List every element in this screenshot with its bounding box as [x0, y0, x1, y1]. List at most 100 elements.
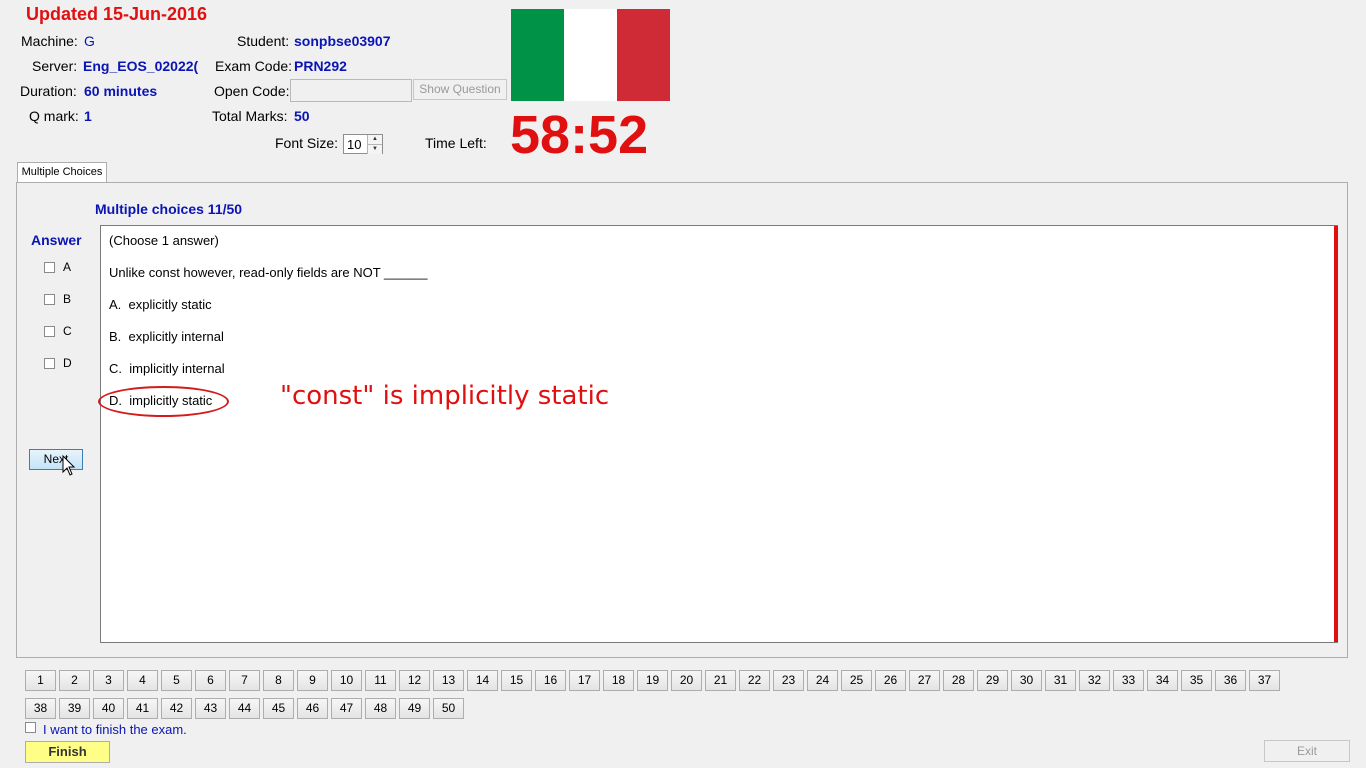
question-nav-button[interactable]: 21 — [705, 670, 736, 691]
question-nav-button[interactable]: 9 — [297, 670, 328, 691]
question-nav-button[interactable]: 49 — [399, 698, 430, 719]
duration-value: 60 minutes — [84, 83, 158, 99]
question-nav-button[interactable]: 45 — [263, 698, 294, 719]
question-nav-button[interactable]: 4 — [127, 670, 158, 691]
question-nav-button[interactable]: 47 — [331, 698, 362, 719]
question-nav-button[interactable]: 30 — [1011, 670, 1042, 691]
option-text: implicitly internal — [129, 361, 225, 376]
font-size-stepper[interactable]: 10 ▲ ▼ — [343, 134, 383, 154]
question-nav-button[interactable]: 13 — [433, 670, 464, 691]
question-nav-button[interactable]: 35 — [1181, 670, 1212, 691]
question-nav-button[interactable]: 50 — [433, 698, 464, 719]
question-nav-button[interactable]: 14 — [467, 670, 498, 691]
server-label: Server: — [32, 58, 78, 74]
font-size-value: 10 — [347, 137, 362, 152]
option-letter: C. — [109, 361, 122, 376]
answer-checkbox-d[interactable] — [44, 358, 55, 369]
option-a: A. explicitly static — [109, 297, 212, 312]
question-nav-button[interactable]: 24 — [807, 670, 838, 691]
question-nav-button[interactable]: 16 — [535, 670, 566, 691]
qmark-value: 1 — [84, 108, 92, 124]
question-nav-button[interactable]: 39 — [59, 698, 90, 719]
option-c: C. implicitly internal — [109, 361, 225, 376]
question-nav-button[interactable]: 48 — [365, 698, 396, 719]
question-nav-button[interactable]: 26 — [875, 670, 906, 691]
question-nav-button[interactable]: 6 — [195, 670, 226, 691]
question-nav-button[interactable]: 33 — [1113, 670, 1144, 691]
question-nav-button[interactable]: 12 — [399, 670, 430, 691]
question-nav-button[interactable]: 43 — [195, 698, 226, 719]
answer-checkbox-c[interactable] — [44, 326, 55, 337]
scrollbar-red-bar — [1334, 226, 1338, 642]
answer-label: Answer — [31, 232, 82, 248]
font-size-label: Font Size: — [275, 135, 339, 151]
flag-red-stripe — [617, 9, 670, 101]
option-text: explicitly internal — [128, 329, 224, 344]
question-nav-button[interactable]: 31 — [1045, 670, 1076, 691]
open-code-input[interactable] — [290, 79, 412, 102]
question-nav-button[interactable]: 11 — [365, 670, 396, 691]
answer-label-b: B — [63, 292, 72, 306]
question-nav-button[interactable]: 27 — [909, 670, 940, 691]
finish-button[interactable]: Finish — [25, 741, 110, 763]
total-marks-value: 50 — [294, 108, 310, 124]
server-value: Eng_EOS_02022( — [83, 58, 199, 74]
question-nav-button[interactable]: 32 — [1079, 670, 1110, 691]
duration-label: Duration: — [20, 83, 77, 99]
qmark-label: Q mark: — [29, 108, 79, 124]
question-nav-button[interactable]: 41 — [127, 698, 158, 719]
answer-label-a: A — [63, 260, 72, 274]
question-nav-button[interactable]: 5 — [161, 670, 192, 691]
show-question-button[interactable]: Show Question — [413, 79, 507, 100]
question-nav-button[interactable]: 44 — [229, 698, 260, 719]
question-nav-button[interactable]: 36 — [1215, 670, 1246, 691]
exam-code-value: PRN292 — [294, 58, 347, 74]
question-nav-button[interactable]: 29 — [977, 670, 1008, 691]
question-nav-button[interactable]: 42 — [161, 698, 192, 719]
question-nav-button[interactable]: 37 — [1249, 670, 1280, 691]
flag-white-stripe — [564, 9, 617, 101]
mouse-cursor-icon — [62, 455, 76, 476]
answer-checkbox-a[interactable] — [44, 262, 55, 273]
stepper-down-icon[interactable]: ▼ — [367, 144, 382, 154]
question-nav-button[interactable]: 38 — [25, 698, 56, 719]
question-nav-button[interactable]: 22 — [739, 670, 770, 691]
question-title: Multiple choices 11/50 — [95, 201, 243, 217]
question-nav-button[interactable]: 20 — [671, 670, 702, 691]
stepper-up-icon[interactable]: ▲ — [367, 135, 382, 144]
question-nav-button[interactable]: 23 — [773, 670, 804, 691]
question-nav-button[interactable]: 3 — [93, 670, 124, 691]
tab-multiple-choices[interactable]: Multiple Choices — [17, 162, 107, 182]
finish-exam-checkbox[interactable] — [25, 722, 36, 733]
finish-exam-label: I want to finish the exam. — [43, 722, 187, 737]
total-marks-label: Total Marks: — [212, 108, 288, 124]
question-nav-button[interactable]: 34 — [1147, 670, 1178, 691]
student-label: Student: — [237, 33, 290, 49]
question-nav-button[interactable]: 25 — [841, 670, 872, 691]
question-nav-button[interactable]: 1 — [25, 670, 56, 691]
question-nav-button[interactable]: 10 — [331, 670, 362, 691]
question-nav-button[interactable]: 18 — [603, 670, 634, 691]
question-nav-button[interactable]: 8 — [263, 670, 294, 691]
question-nav-button[interactable]: 28 — [943, 670, 974, 691]
time-left-label: Time Left: — [425, 135, 487, 151]
question-nav-button[interactable]: 17 — [569, 670, 600, 691]
question-nav-button[interactable]: 15 — [501, 670, 532, 691]
machine-value: G — [84, 33, 95, 49]
question-nav-button[interactable]: 19 — [637, 670, 668, 691]
highlight-ellipse — [98, 386, 229, 417]
answer-checkbox-b[interactable] — [44, 294, 55, 305]
option-letter: A. — [109, 297, 122, 312]
machine-label: Machine: — [21, 33, 78, 49]
time-left-timer: 58:52 — [510, 105, 649, 165]
exit-button[interactable]: Exit — [1264, 740, 1350, 762]
student-value: sonpbse03907 — [294, 33, 391, 49]
question-nav-button[interactable]: 40 — [93, 698, 124, 719]
question-nav-button[interactable]: 7 — [229, 670, 260, 691]
option-letter: B. — [109, 329, 122, 344]
answer-label-c: C — [63, 324, 72, 338]
updated-date: Updated 15-Jun-2016 — [26, 4, 208, 24]
question-nav-button[interactable]: 2 — [59, 670, 90, 691]
answer-label-d: D — [63, 356, 72, 370]
question-nav-button[interactable]: 46 — [297, 698, 328, 719]
